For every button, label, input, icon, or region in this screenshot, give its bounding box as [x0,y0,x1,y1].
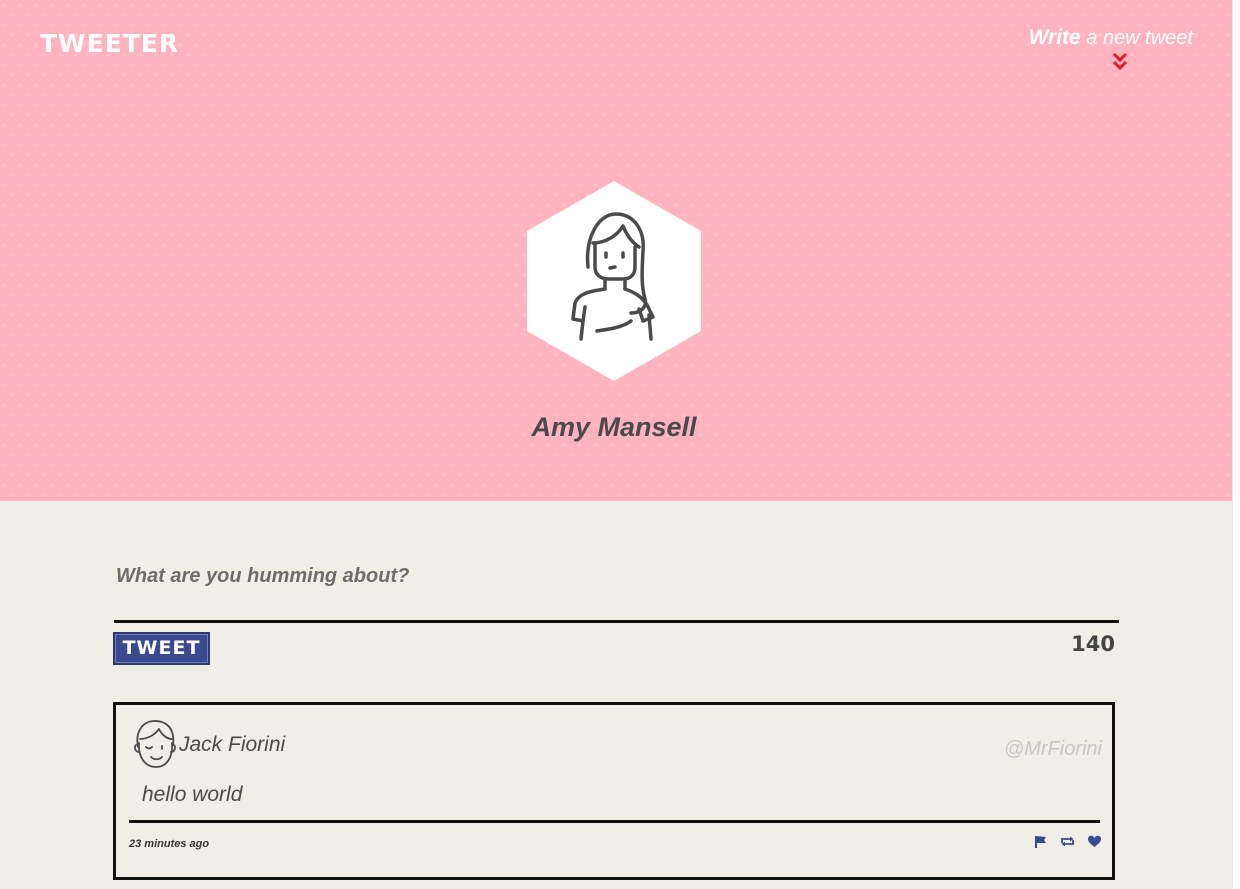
tweet-divider [129,820,1100,823]
man-avatar-icon [134,720,176,768]
retweet-icon[interactable] [1060,834,1075,849]
profile-avatar [527,181,701,381]
scrollbar[interactable] [1232,0,1240,889]
tweet-textarea[interactable] [114,560,1119,623]
double-chevron-down-icon[interactable] [1112,52,1128,72]
flag-icon[interactable] [1033,834,1048,849]
app-logo[interactable]: TWEETER [40,29,179,58]
tweet-author-handle[interactable]: @MrFiorini [1004,738,1102,761]
tweet-button[interactable]: TWEET [113,632,210,665]
write-new-tweet-toggle[interactable]: Write a new tweet [1029,26,1193,50]
tweeter-page: TWEETER Write a new tweet Amy Mansell Wh… [0,0,1240,889]
tweet-actions [1033,834,1102,849]
compose-toggle-rest: a new tweet [1080,27,1193,49]
compose-toggle-strong: Write [1028,26,1081,49]
heart-icon[interactable] [1087,834,1102,849]
character-counter: 140 [1071,632,1115,656]
woman-avatar-icon [527,181,701,381]
tweet-author-name[interactable]: Jack Fiorini [179,733,285,757]
profile-header: TWEETER Write a new tweet Amy Mansell [0,0,1233,501]
profile-name: Amy Mansell [531,412,697,442]
tweet-card: Jack Fiorini @MrFiorini hello world 23 m… [113,702,1115,880]
tweet-timestamp: 23 minutes ago [129,838,210,850]
tweet-content: hello world [142,783,243,806]
